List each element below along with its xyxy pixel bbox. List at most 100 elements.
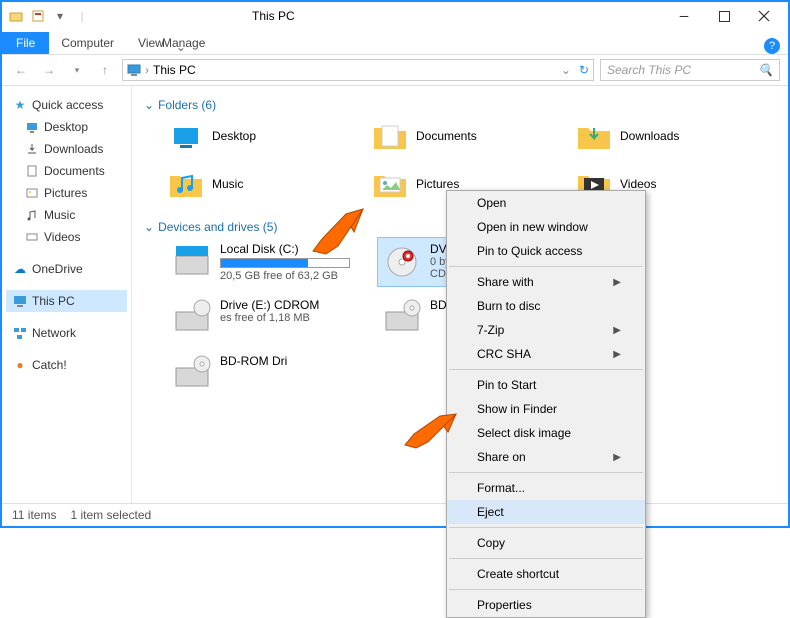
folder-desktop[interactable]: Desktop [168,116,348,156]
folder-downloads[interactable]: Downloads [576,116,756,156]
menu-item-copy[interactable]: Copy [447,531,645,555]
menu-item-share-on[interactable]: Share on▶ [447,445,645,469]
qat-dropdown-icon[interactable]: ▾ [50,6,70,26]
forward-button[interactable]: → [38,59,60,81]
sidebar-label: Music [44,208,75,222]
folder-label: Downloads [620,129,679,143]
back-button[interactable]: ← [10,59,32,81]
menu-label: 7-Zip [477,323,504,337]
menu-label: Select disk image [477,426,571,440]
sidebar-item-downloads[interactable]: Downloads [6,138,127,160]
menu-item--zip[interactable]: 7-Zip▶ [447,318,645,342]
menu-item-open-in-new-window[interactable]: Open in new window [447,215,645,239]
desktop-icon [24,119,40,135]
menu-item-share-with[interactable]: Share with▶ [447,270,645,294]
address-bar[interactable]: › This PC ⌄ ↻ [122,59,594,81]
menu-item-properties[interactable]: Properties [447,593,645,617]
sidebar-label: Documents [44,164,105,178]
menu-item-show-in-finder[interactable]: Show in Finder [447,397,645,421]
sidebar-onedrive[interactable]: ☁OneDrive [6,258,127,280]
drive-icon [172,242,212,282]
file-tab[interactable]: File [2,32,49,54]
menu-item-burn-to-disc[interactable]: Burn to disc [447,294,645,318]
breadcrumb-location[interactable]: This PC [153,63,196,77]
menu-label: Format... [477,481,525,495]
cloud-icon: ☁ [12,261,28,277]
sidebar-label: Catch! [32,358,67,372]
menu-item-open[interactable]: Open [447,191,645,215]
properties-icon[interactable] [28,6,48,26]
folder-label: Pictures [416,177,459,191]
search-box[interactable]: Search This PC 🔍 [600,59,780,81]
drive-icon [172,354,212,394]
sidebar-label: This PC [32,294,75,308]
folder-icon [372,120,408,152]
callout-arrow-2 [400,410,460,450]
menu-label: Burn to disc [477,299,540,313]
folder-music[interactable]: Music [168,164,348,204]
folder-label: Documents [416,129,477,143]
up-button[interactable]: ↑ [94,59,116,81]
computer-tab[interactable]: Computer [49,32,126,54]
status-selected-count: 1 item selected [70,508,151,522]
menu-separator [449,369,643,370]
minimize-button[interactable]: ─ [664,2,704,30]
sidebar-label: Videos [44,230,80,244]
videos-icon [24,229,40,245]
folders-group-header[interactable]: ⌄Folders (6) [144,94,776,116]
help-button[interactable]: ? [764,38,780,54]
menu-label: Show in Finder [477,402,557,416]
pictures-icon [24,185,40,201]
menu-label: Copy [477,536,505,550]
documents-icon [24,163,40,179]
sidebar-catch[interactable]: ●Catch! [6,354,127,376]
menu-item-format-[interactable]: Format... [447,476,645,500]
menu-separator [449,266,643,267]
refresh-icon[interactable]: ↻ [579,63,589,77]
folder-icon [168,120,204,152]
close-button[interactable] [744,2,784,30]
navigation-pane: ★ Quick access DesktopDownloads Documents… [2,86,132,503]
folder-label: Music [212,177,243,191]
chevron-down-icon: ⌄ [144,98,154,112]
context-menu: OpenOpen in new windowPin to Quick acces… [446,190,646,618]
status-bar: 11 items 1 item selected [2,503,788,526]
breadcrumb-arrow: › [145,63,149,77]
folder-documents[interactable]: Documents [372,116,552,156]
address-dropdown-icon[interactable]: ⌄ [561,63,571,77]
menu-item-eject[interactable]: Eject [447,500,645,524]
quick-access-toolbar: ▾ | [6,6,92,26]
window-title: This PC [252,9,295,23]
menu-separator [449,589,643,590]
menu-item-crc-sha[interactable]: CRC SHA▶ [447,342,645,366]
drive-subtext: 20,5 GB free of 63,2 GB [220,270,350,282]
sidebar-item-pictures[interactable]: Pictures [6,182,127,204]
sidebar-this-pc[interactable]: This PC [6,290,127,312]
new-folder-icon[interactable] [6,6,26,26]
maximize-button[interactable] [704,2,744,30]
sidebar-item-music[interactable]: Music [6,204,127,226]
manage-tab[interactable]: Manage [150,32,217,54]
menu-item-pin-to-start[interactable]: Pin to Start [447,373,645,397]
recent-dropdown[interactable]: ▾ [66,59,88,81]
callout-arrow-1 [308,206,368,258]
search-placeholder: Search This PC [607,63,691,77]
sidebar-item-videos[interactable]: Videos [6,226,127,248]
sidebar-label: Pictures [44,186,87,200]
drive-item[interactable]: BD-ROM Dri [168,350,368,398]
drive-item[interactable]: Drive (E:) CDROMes free of 1,18 MB [168,294,368,342]
title-bar: ▾ | Drive Tools This PC ─ [2,2,788,30]
menu-label: Pin to Start [477,378,536,392]
sidebar-item-desktop[interactable]: Desktop [6,116,127,138]
folder-label: Videos [620,177,656,191]
sidebar-quick-access[interactable]: ★ Quick access [6,94,127,116]
sidebar-item-documents[interactable]: Documents [6,160,127,182]
menu-item-select-disk-image[interactable]: Select disk image [447,421,645,445]
menu-item-pin-to-quick-access[interactable]: Pin to Quick access [447,239,645,263]
sidebar-network[interactable]: Network [6,322,127,344]
drive-icon [382,242,422,282]
menu-item-create-shortcut[interactable]: Create shortcut [447,562,645,586]
search-icon: 🔍 [758,63,773,77]
usage-bar [220,258,350,268]
submenu-arrow-icon: ▶ [613,277,621,288]
